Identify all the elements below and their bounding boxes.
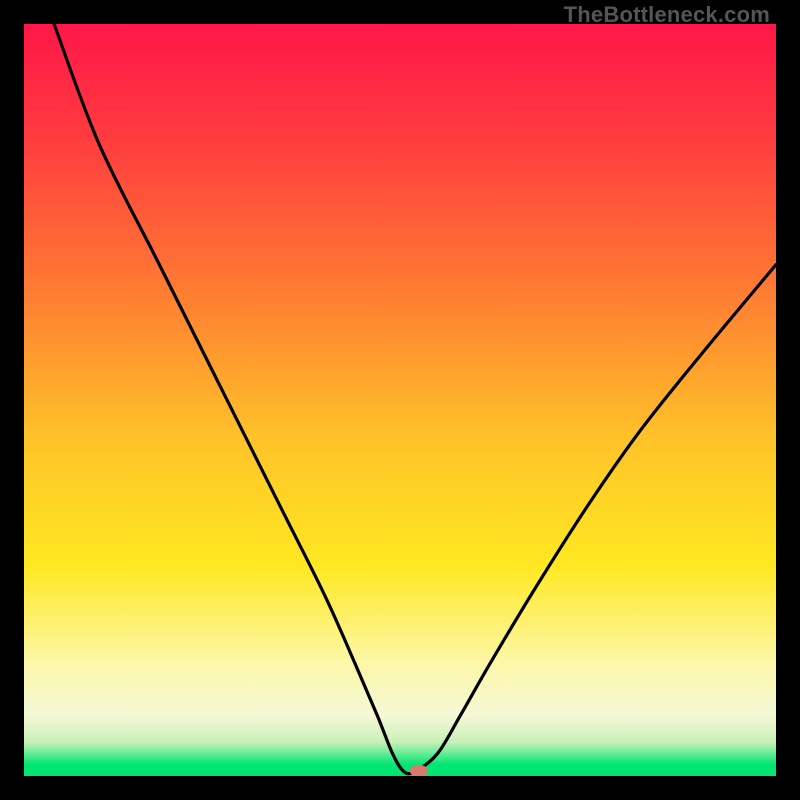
plot-area — [24, 24, 776, 776]
chart-svg — [24, 24, 776, 776]
chart-frame: TheBottleneck.com — [0, 0, 800, 800]
